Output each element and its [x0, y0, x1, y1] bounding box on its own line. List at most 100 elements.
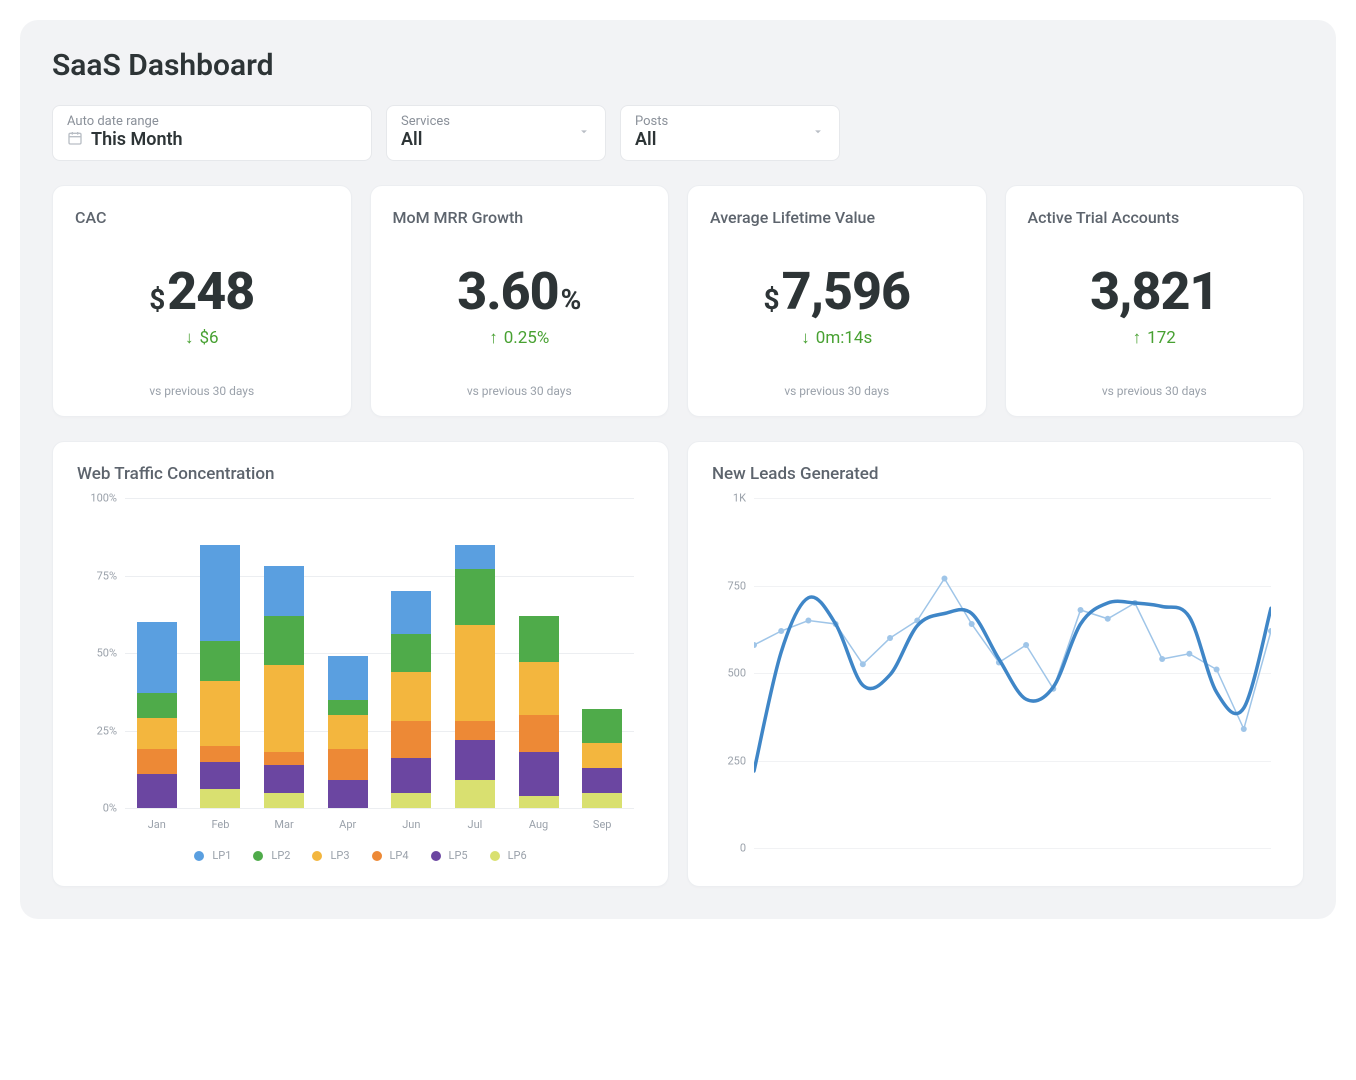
x-tick-label: Aug — [519, 818, 559, 831]
metric-title: Active Trial Accounts — [1028, 208, 1282, 227]
legend-swatch — [431, 851, 441, 861]
data-point — [1214, 667, 1220, 673]
x-tick-label: Apr — [328, 818, 368, 831]
bar-segment-LP3 — [137, 718, 177, 749]
arrow-down-icon: ↓ — [185, 328, 194, 348]
services-value: All — [401, 129, 591, 150]
data-point — [1023, 642, 1029, 648]
data-point — [887, 635, 893, 641]
data-point — [969, 621, 975, 627]
bar-x-axis: JanFebMarAprJunJulAugSep — [125, 818, 634, 831]
legend-label: LP5 — [449, 849, 468, 862]
y-tick-label: 250 — [712, 754, 746, 767]
metric-value: 3.60 — [457, 261, 558, 322]
metric-value: 7,596 — [782, 261, 910, 322]
bar-column — [582, 709, 622, 808]
bar-segment-LP6 — [200, 789, 240, 808]
legend-label: LP1 — [212, 849, 231, 862]
bar-column — [455, 545, 495, 808]
bar-segment-LP6 — [455, 780, 495, 808]
metric-card: MoM MRR Growth3.60%↑0.25%vs previous 30 … — [370, 185, 670, 417]
data-point — [1105, 616, 1111, 622]
bar-segment-LP1 — [264, 566, 304, 616]
new-leads-chart-card: New Leads Generated 02505007501K — [687, 441, 1304, 887]
metric-value-row: $248 — [75, 261, 329, 322]
legend-item: LP6 — [490, 849, 527, 862]
bar-segment-LP4 — [455, 721, 495, 740]
metric-value: 248 — [167, 261, 254, 322]
y-tick-label: 750 — [712, 579, 746, 592]
bar-column — [200, 545, 240, 808]
x-tick-label: Jul — [455, 818, 495, 831]
gridline — [125, 808, 634, 809]
bar-segment-LP3 — [328, 715, 368, 749]
x-tick-label: Feb — [200, 818, 240, 831]
data-point — [805, 618, 811, 624]
web-traffic-chart-card: Web Traffic Concentration 0%25%50%75%100… — [52, 441, 669, 887]
bar-segment-LP4 — [137, 749, 177, 774]
calendar-icon — [67, 130, 83, 150]
bar-segment-LP2 — [582, 709, 622, 743]
bar-column — [391, 591, 431, 808]
y-tick-label: 25% — [77, 724, 117, 737]
x-tick-label: Sep — [582, 818, 622, 831]
bar-segment-LP2 — [519, 616, 559, 663]
bar-chart: 0%25%50%75%100% JanFebMarAprJunJulAugSep… — [77, 498, 644, 862]
filter-row: Auto date range This Month Services All … — [52, 105, 1304, 161]
bar-segment-LP4 — [200, 746, 240, 762]
bar-segment-LP2 — [391, 634, 431, 671]
metric-delta: ↓$6 — [75, 328, 329, 348]
metric-prefix: $ — [764, 283, 780, 316]
bar-segment-LP4 — [391, 721, 431, 758]
legend-item: LP4 — [372, 849, 409, 862]
bar-segment-LP5 — [519, 752, 559, 795]
posts-value: All — [635, 129, 825, 150]
x-tick-label: Mar — [264, 818, 304, 831]
chevron-down-icon — [811, 124, 825, 143]
dashboard-page: SaaS Dashboard Auto date range This Mont… — [20, 20, 1336, 919]
y-tick-label: 75% — [77, 569, 117, 582]
legend-item: LP3 — [312, 849, 349, 862]
metric-title: CAC — [75, 208, 329, 227]
legend-swatch — [490, 851, 500, 861]
metrics-row: CAC $248 ↓$6 vs previous 30 days MoM MRR Gro… — [52, 185, 1304, 417]
data-point — [1159, 656, 1165, 662]
legend-swatch — [372, 851, 382, 861]
metric-card: CAC$248↓$6vs previous 30 days — [52, 185, 352, 417]
metric-delta-value: 0m:14s — [816, 328, 872, 348]
metric-compare: vs previous 30 days — [393, 384, 647, 398]
metric-delta: ↓ 0m:14s — [710, 328, 964, 348]
metric-value-row: $7,596 — [710, 261, 964, 322]
bar-segment-LP2 — [137, 693, 177, 718]
bar-column — [328, 656, 368, 808]
line-series-points — [754, 579, 1271, 730]
bar-segment-LP5 — [455, 740, 495, 780]
arrow-down-icon: ↓ — [801, 328, 810, 348]
chart-title: Web Traffic Concentration — [77, 464, 644, 484]
date-range-filter[interactable]: Auto date range This Month — [52, 105, 372, 161]
posts-label: Posts — [635, 114, 825, 129]
services-filter[interactable]: Services All — [386, 105, 606, 161]
bar-segment-LP6 — [519, 796, 559, 808]
bar-segment-LP2 — [328, 700, 368, 716]
legend-label: LP6 — [508, 849, 527, 862]
x-tick-label: Jun — [391, 818, 431, 831]
chart-title: New Leads Generated — [712, 464, 1279, 484]
bar-segment-LP4 — [328, 749, 368, 780]
legend-item: LP1 — [194, 849, 231, 862]
metric-delta: ↑0.25% — [393, 328, 647, 348]
bar-segment-LP3 — [582, 743, 622, 768]
metric-title: MoM MRR Growth — [393, 208, 647, 227]
posts-filter[interactable]: Posts All — [620, 105, 840, 161]
bar-segment-LP5 — [200, 762, 240, 790]
legend-item: LP2 — [253, 849, 290, 862]
y-tick-label: 1K — [712, 492, 746, 505]
bars-area — [125, 498, 634, 808]
metric-prefix: $ — [149, 283, 165, 316]
date-range-label: Auto date range — [67, 114, 357, 129]
date-range-value: This Month — [91, 129, 183, 150]
bar-segment-LP4 — [519, 715, 559, 752]
bar-segment-LP6 — [391, 793, 431, 809]
line-plot-area: 02505007501K — [754, 498, 1271, 848]
bar-segment-LP6 — [582, 793, 622, 809]
